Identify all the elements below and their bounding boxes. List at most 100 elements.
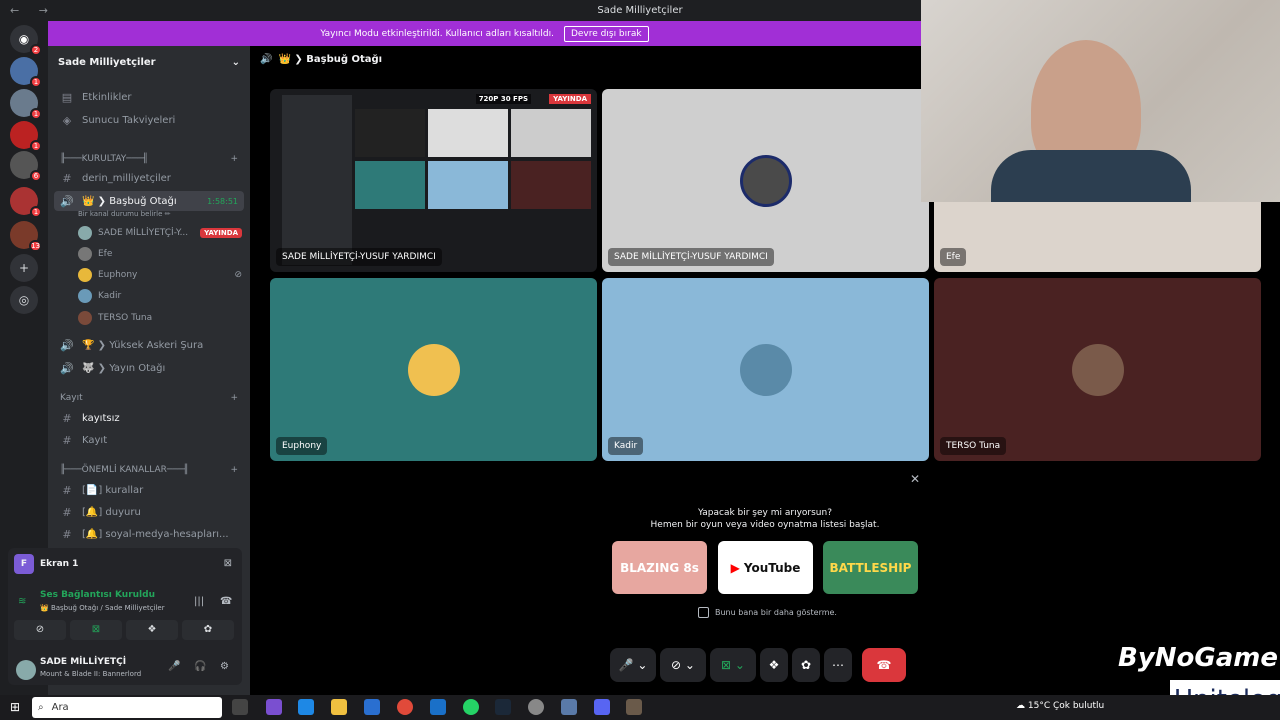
server-icon[interactable]: 1 (10, 57, 42, 88)
channel-duyuru[interactable]: # [🔔] duyuru (48, 502, 250, 522)
activity-battleship[interactable]: BATTLESHIP (823, 541, 918, 594)
chrome-icon[interactable] (397, 699, 413, 715)
camera-button[interactable]: ⊘ (14, 620, 66, 640)
guild-header[interactable]: Sade Milliyetçiler ⌄ (48, 46, 250, 78)
channel-label: 🐺 ❯ Yayın Otağı (82, 362, 166, 374)
channel-label: 👑 ❯ Başbuğ Otağı (82, 195, 177, 207)
voice-channel-yayin[interactable]: 🔊 🐺 ❯ Yayın Otağı (48, 358, 250, 378)
participant-tile[interactable]: SADE MİLLİYETÇİ-YUSUF YARDIMCI (602, 89, 929, 272)
stream-preview-cell (355, 161, 425, 209)
chevron-down-icon: ⌄ (231, 56, 240, 68)
channel-sosyal[interactable]: # [🔔] soyal-medya-hesapları... (48, 524, 250, 544)
disable-button[interactable]: Devre dışı bırak (563, 25, 649, 42)
live-badge: YAYINDA (549, 94, 591, 104)
activity-blazing[interactable]: BLAZING 8s (612, 541, 707, 594)
camera-button[interactable]: ⊘ ⌄ (660, 648, 706, 682)
server-icon[interactable]: 1 (10, 121, 42, 152)
copilot-icon[interactable] (266, 699, 282, 715)
activity-label: YouTube (743, 560, 801, 575)
server-icon-active[interactable]: 1 (10, 187, 42, 218)
edge-icon[interactable] (298, 699, 314, 715)
voice-user[interactable]: Efe (78, 244, 248, 264)
voice-status[interactable]: Ses Bağlantısı Kuruldu (18, 590, 155, 600)
disconnect-icon[interactable]: ☎ (220, 596, 232, 607)
discord-icon[interactable] (594, 699, 610, 715)
category-onemli[interactable]: ╟───ÖNEMLİ KANALLAR───╢ + (60, 465, 238, 475)
gear-icon[interactable]: ⚙ (220, 661, 229, 672)
voice-user[interactable]: SADE MİLLİYETÇİ-Y... YAYINDA (78, 223, 248, 243)
server-icon[interactable]: 6 (10, 151, 42, 182)
category-kurultay[interactable]: ╟───KURULTAY───╢ + (60, 154, 238, 164)
avatar[interactable] (16, 660, 36, 680)
voice-channel-basbug[interactable]: 🔊 👑 ❯ Başbuğ Otağı 1:58:51 (54, 191, 244, 211)
checkbox[interactable] (698, 607, 709, 618)
app-icon[interactable] (561, 699, 577, 715)
headphone-icon[interactable]: 🎧 (194, 661, 206, 672)
weather-widget[interactable]: ☁ 15°C Çok bulutlu (1016, 701, 1104, 711)
nav-arrows[interactable]: ← → (10, 4, 56, 17)
activity-button[interactable]: ❖ (760, 648, 788, 682)
whatsapp-icon[interactable] (463, 699, 479, 715)
channel-kurallar[interactable]: # [📄] kurallar (48, 480, 250, 500)
mail-icon[interactable] (430, 699, 446, 715)
activity-button[interactable]: ❖ (126, 620, 178, 640)
add-channel-icon[interactable]: + (230, 393, 238, 403)
screen-share-button[interactable]: ⊠ ⌄ (710, 648, 756, 682)
voice-channel-sura[interactable]: 🔊 🏆 ❯ Yüksek Askeri Şura (48, 335, 250, 355)
taskbar-search[interactable]: ⌕ Ara (32, 697, 222, 718)
more-button[interactable]: ⋯ (824, 648, 852, 682)
category-label: ╟───KURULTAY───╢ (60, 154, 148, 164)
channel-status[interactable]: Bir kanal durumu belirle ✏ (78, 210, 171, 218)
server-icon[interactable]: 13 (10, 221, 42, 252)
user-name: TERSO Tuna (98, 313, 153, 323)
voice-location[interactable]: 👑 Başbuğ Otağı / Sade Milliyetçiler (40, 604, 165, 612)
avatar (78, 226, 92, 240)
stop-stream-icon[interactable]: ⊠ (224, 558, 232, 569)
add-channel-icon[interactable]: + (230, 154, 238, 164)
soundboard-button[interactable]: ✿ (792, 648, 820, 682)
screen-icon: F (14, 554, 34, 574)
voice-user[interactable]: TERSO Tuna (78, 308, 248, 328)
mic-icon[interactable]: 🎤 (168, 661, 180, 672)
channel-kayitsiz[interactable]: # kayıtsız (48, 408, 250, 428)
stream-tile[interactable]: 720P 30 FPS YAYINDA SADE MİLLİYETÇİ-YUSU… (270, 89, 597, 272)
tile-name: SADE MİLLİYETÇİ-YUSUF YARDIMCI (608, 248, 774, 266)
close-icon[interactable]: ✕ (910, 472, 920, 486)
dont-show-row[interactable]: Bunu bana bir daha gösterme. (698, 607, 837, 618)
boosts-item[interactable]: ◈ Sunucu Takviyeleri (48, 110, 250, 130)
store-icon[interactable] (364, 699, 380, 715)
voice-user[interactable]: Kadir (78, 286, 248, 306)
add-channel-icon[interactable]: + (230, 465, 238, 475)
add-server-icon[interactable]: + (10, 254, 38, 282)
task-view-icon[interactable] (232, 699, 248, 715)
events-item[interactable]: ▤ Etkinlikler (48, 87, 250, 107)
channel-derin[interactable]: # derin_milliyetçiler (48, 168, 250, 188)
voice-user[interactable]: Euphony ⊘ (78, 265, 248, 285)
participant-tile[interactable]: Euphony (270, 278, 597, 461)
tile-name: Efe (940, 248, 967, 266)
explorer-icon[interactable] (331, 699, 347, 715)
activity-youtube[interactable]: ▶ YouTube (718, 541, 813, 594)
participant-tile[interactable]: Kadir (602, 278, 929, 461)
search-icon: ⌕ (38, 702, 44, 713)
steam-icon[interactable] (495, 699, 511, 715)
stream-preview-cell (355, 109, 425, 157)
mic-button[interactable]: 🎤 ⌄ (610, 648, 656, 682)
obs-icon[interactable] (528, 699, 544, 715)
stream-preview-cell (511, 109, 591, 157)
deafened-icon: ⊘ (234, 270, 242, 280)
windows-start-icon[interactable]: ⊞ (10, 700, 20, 714)
events-label: Etkinlikler (82, 91, 132, 103)
server-icon[interactable]: 1 (10, 89, 42, 120)
category-kayit[interactable]: Kayıt + (60, 393, 238, 403)
channel-kayit[interactable]: # Kayıt (48, 430, 250, 450)
discord-home-icon[interactable]: ◉ 2 (10, 25, 42, 56)
noise-icon[interactable]: ||| (194, 596, 204, 607)
participant-tile[interactable]: TERSO Tuna (934, 278, 1261, 461)
game-icon[interactable] (626, 699, 642, 715)
disconnect-button[interactable]: ☎ (862, 648, 906, 682)
streamer-shirt (991, 150, 1191, 202)
explore-icon[interactable]: ◎ (10, 286, 38, 314)
screen-share-button[interactable]: ⊠ (70, 620, 122, 640)
soundboard-button[interactable]: ✿ (182, 620, 234, 640)
